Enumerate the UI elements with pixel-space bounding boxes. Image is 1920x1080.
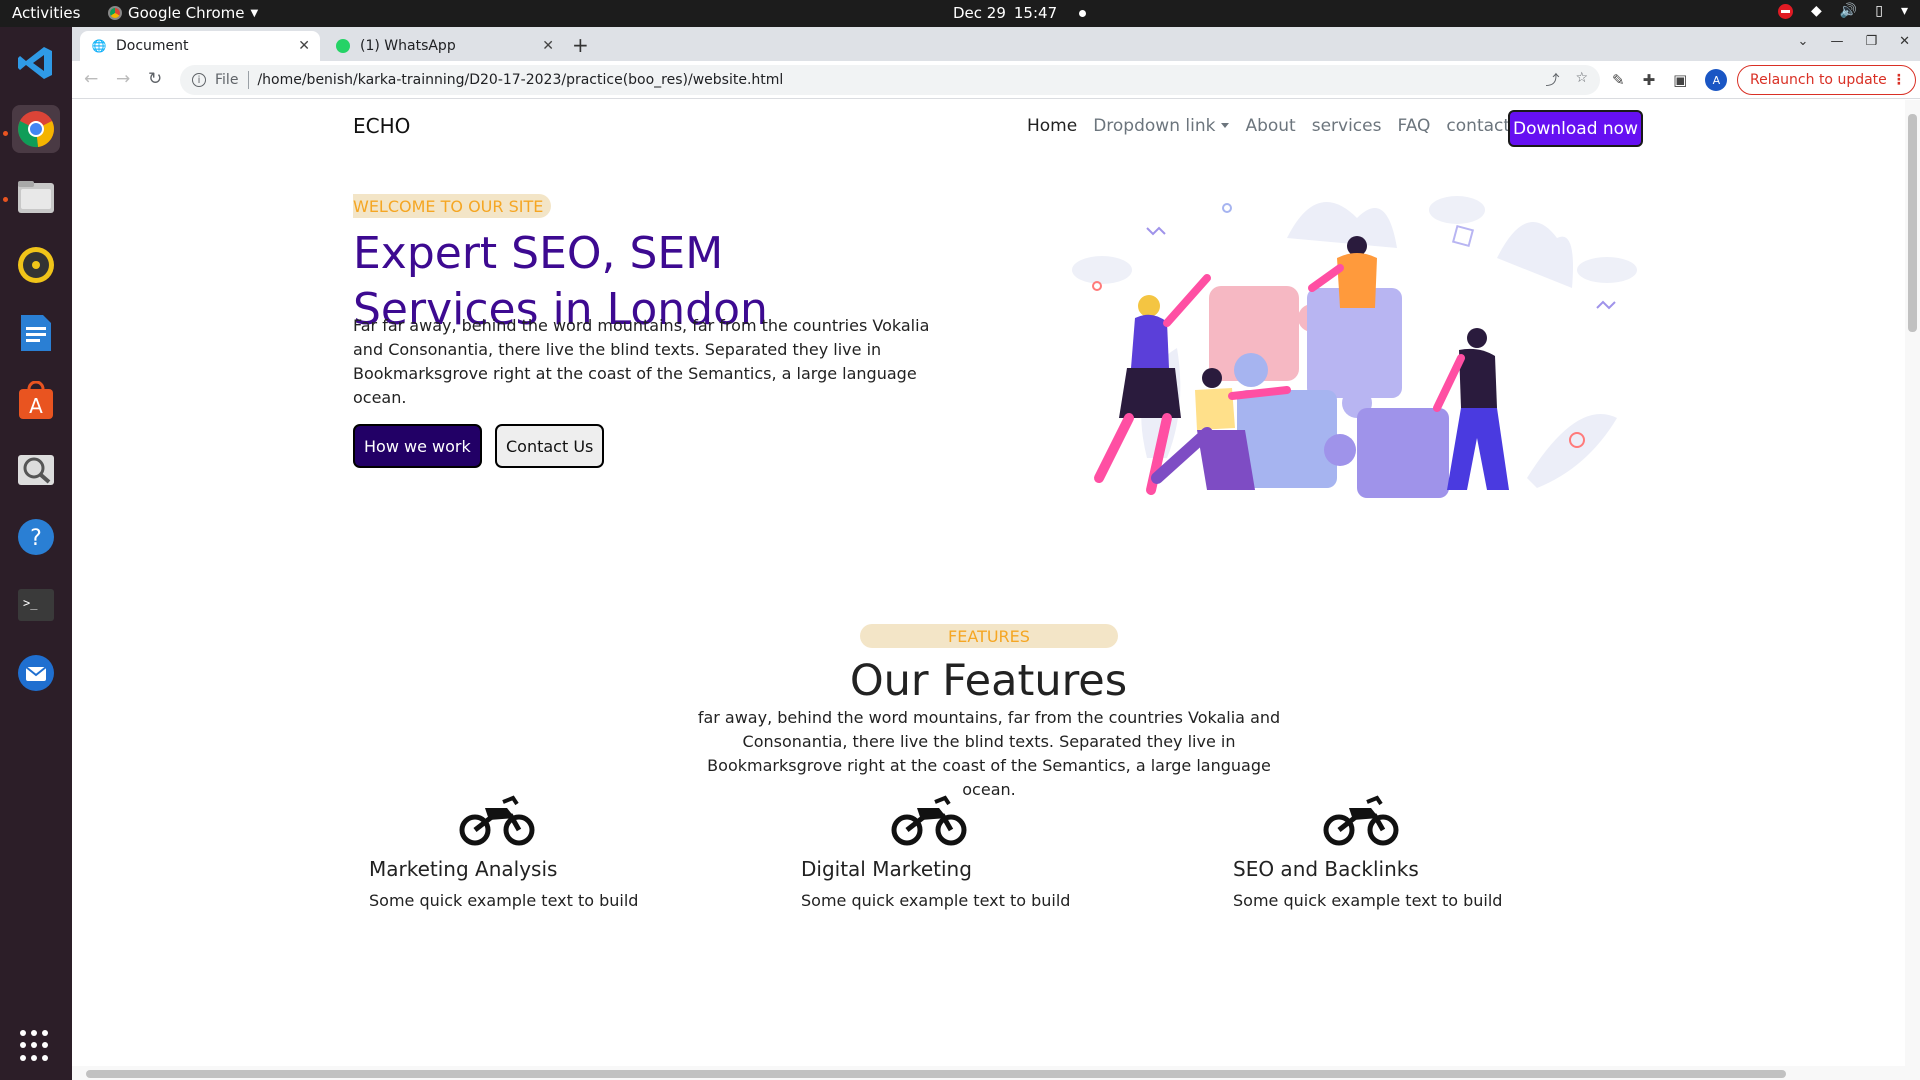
tab-strip: 🌐 Document ✕ (1) WhatsApp ✕ + ⌄ — ❐ ✕ [72,27,1920,61]
welcome-badge: WELCOME TO OUR SITE [353,194,552,218]
tab-search-icon[interactable]: ⌄ [1798,34,1809,49]
teamwork-puzzle-illustration [1072,196,1637,498]
tab-label: (1) WhatsApp [360,38,456,54]
how-we-work-button[interactable]: How we work [353,424,482,468]
features-title: Our Features [849,656,1128,706]
page-viewport: ECHO Home Dropdown link About services F… [72,100,1920,1080]
window-controls: ⌄ — ❐ ✕ [1798,34,1910,49]
motorcycle-icon [459,795,535,846]
forward-icon[interactable]: → [116,69,130,89]
relaunch-label: Relaunch to update [1750,72,1887,88]
url-text[interactable]: /home/benish/karka-trainning/D20-17-2023… [257,72,783,88]
image-viewer-icon[interactable] [12,445,60,493]
svg-text:?: ? [30,526,42,551]
tab-label: Document [116,38,189,54]
tab-document[interactable]: 🌐 Document ✕ [80,31,320,61]
app-menu-label: Google Chrome [128,4,245,22]
close-icon[interactable]: ✕ [542,38,554,54]
scrollbar-thumb[interactable] [86,1070,1786,1078]
chevron-down-icon: ▼ [250,7,259,19]
feature-card-title: Marketing Analysis [369,857,558,881]
hero-title-line1: Expert SEO, SEM [353,228,724,279]
toolbar-actions: ✎ ✚ ▣ A [1612,69,1728,91]
contact-us-button[interactable]: Contact Us [495,424,605,468]
chrome-icon[interactable] [12,105,60,153]
motorcycle-icon [891,795,967,846]
features-badge: FEATURES [860,624,1118,648]
divider [248,71,250,89]
info-icon[interactable]: i [192,73,206,87]
globe-icon: 🌐 [91,39,107,53]
running-indicator [3,197,8,202]
power-menu-icon: ▾ [1900,3,1908,19]
help-icon[interactable]: ? [12,513,60,561]
terminal-icon[interactable]: >_ [12,581,60,629]
running-indicator [3,131,8,136]
nav-dropdown[interactable]: Dropdown link [1093,116,1229,136]
share-icon[interactable]: ⤴ [1545,70,1559,90]
nav-services[interactable]: services [1312,116,1382,136]
writer-icon[interactable] [12,309,60,357]
extensions-icon[interactable]: ✚ [1643,71,1656,89]
vscode-icon[interactable] [12,39,60,87]
software-icon[interactable]: A [12,377,60,425]
time-label: 15:47 [1013,4,1058,22]
side-panel-icon[interactable]: ▣ [1673,71,1687,89]
chrome-mini-icon [108,6,122,20]
browser-window: 🌐 Document ✕ (1) WhatsApp ✕ + ⌄ — ❐ ✕ ← … [72,27,1920,1080]
horizontal-scrollbar[interactable] [72,1066,1905,1080]
maximize-icon[interactable]: ❐ [1865,34,1877,49]
app-menu[interactable]: Google Chrome ▼ [108,4,258,22]
back-icon[interactable]: ← [84,69,98,89]
relaunch-button[interactable]: Relaunch to update ⋮ [1737,65,1916,95]
nav-about[interactable]: About [1245,116,1295,136]
feature-card-text: Some quick example text to build [1233,891,1503,910]
dock: A ? >_ [0,27,72,1080]
scheme-label: File [215,72,239,88]
feature-card-title: Digital Marketing [801,857,972,881]
minimize-icon[interactable]: — [1830,34,1843,49]
features-description: far away, behind the word mountains, far… [697,708,1281,799]
volume-icon: 🔊 [1839,3,1858,19]
whatsapp-icon [336,39,350,53]
more-menu-icon[interactable]: ⋮ [1892,72,1906,88]
site-brand[interactable]: ECHO [353,114,410,138]
download-now-button[interactable]: Download now [1508,110,1643,147]
thunderbird-icon[interactable] [12,649,60,697]
activities-button[interactable]: Activities [12,4,80,22]
scrollbar-thumb[interactable] [1908,114,1917,332]
clock[interactable]: Dec 29 15:47 [953,4,1087,22]
eyedropper-icon[interactable]: ✎ [1612,71,1625,89]
profile-avatar[interactable]: A [1705,69,1728,91]
system-top-bar: Activities Google Chrome ▼ Dec 29 15:47 … [0,0,1920,27]
motorcycle-icon [1323,795,1399,846]
feature-card-text: Some quick example text to build [369,891,639,910]
svg-text:A: A [29,394,43,418]
close-icon[interactable]: ✕ [298,38,310,54]
rhythmbox-icon[interactable] [12,241,60,289]
feature-card-title: SEO and Backlinks [1233,857,1419,881]
feature-card-text: Some quick example text to build [801,891,1071,910]
vertical-scrollbar[interactable] [1905,100,1920,1080]
notification-dot-icon [1079,9,1087,17]
close-window-icon[interactable]: ✕ [1899,34,1910,49]
nav-faq[interactable]: FAQ [1397,116,1430,136]
files-icon[interactable] [12,173,60,221]
wifi-icon: ◆ [1811,3,1822,19]
address-bar[interactable]: i File /home/benish/karka-trainning/D20-… [180,65,1600,95]
nav-home[interactable]: Home [1027,116,1077,136]
hero-description: Far far away, behind the word mountains,… [353,316,930,407]
date-label: Dec 29 [953,4,1006,22]
show-apps-icon[interactable] [20,1030,52,1062]
new-tab-button[interactable]: + [572,33,589,57]
do-not-disturb-icon [1778,3,1794,19]
system-tray[interactable]: ◆ 🔊 ▯ ▾ [1778,3,1908,19]
svg-text:>_: >_ [23,596,38,610]
tab-whatsapp[interactable]: (1) WhatsApp ✕ [324,31,564,61]
bookmark-star-icon[interactable]: ☆ [1575,70,1588,90]
browser-toolbar: ← → ↻ i File /home/benish/karka-trainnin… [72,61,1920,99]
site-nav: Home Dropdown link About services FAQ co… [1027,116,1537,136]
battery-icon: ▯ [1875,3,1883,19]
reload-icon[interactable]: ↻ [148,69,162,89]
